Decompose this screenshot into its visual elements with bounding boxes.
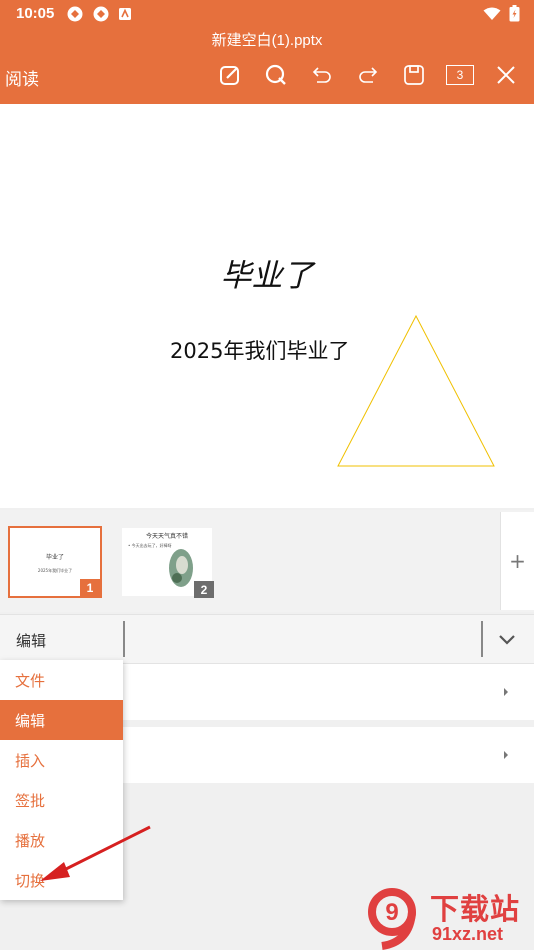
page-count-icon: 3 (446, 65, 474, 85)
page-count-button[interactable]: 3 (446, 61, 474, 89)
status-system-icons (483, 5, 520, 22)
undo-button[interactable] (308, 61, 336, 89)
edit-toolbar: 编辑 (0, 614, 534, 664)
slide-subtitle[interactable]: 2025年我们毕业了 (170, 335, 349, 365)
divider (123, 621, 125, 657)
app-header: 10:05 新建空白(1).pptx 阅读 3 (0, 0, 534, 104)
toolbar: 3 (216, 61, 534, 89)
watermark-logo-icon: 9 (368, 888, 416, 950)
redo-button[interactable] (354, 61, 382, 89)
status-time: 10:05 (16, 5, 55, 22)
status-bar: 10:05 (0, 0, 534, 28)
wifi-icon (483, 7, 501, 20)
sync-icon-2 (93, 6, 109, 22)
caret-right-icon (504, 751, 508, 759)
watermark-text: 下载站 (430, 892, 521, 926)
thumbnail-title: 毕业了 (45, 554, 64, 561)
app-notification-icon (119, 8, 131, 20)
slide-canvas[interactable]: 毕业了 2025年我们毕业了 (0, 104, 534, 508)
thumbnail-subtitle: 2025年我们毕业了 (37, 568, 73, 573)
status-notification-icons (66, 5, 132, 23)
save-button[interactable] (400, 61, 428, 89)
edit-tab-label[interactable]: 编辑 (16, 630, 46, 651)
menu-item-review[interactable]: 签批 (0, 780, 123, 820)
thumbnail-title: 今天天气真不错 (145, 533, 188, 540)
watermark-url: 91xz.net (432, 924, 504, 944)
battery-icon (509, 5, 520, 22)
search-button[interactable] (262, 61, 290, 89)
divider (481, 621, 483, 657)
read-mode-button[interactable]: 阅读 (5, 65, 39, 90)
file-title: 新建空白(1).pptx (211, 32, 323, 49)
chevron-down-icon (499, 635, 515, 645)
slide-thumbnail-2[interactable]: 今天天气真不错 • 今天出去玩了，好棒呀 2 (122, 528, 214, 598)
menu-item-file[interactable]: 文件 (0, 660, 123, 700)
collapse-button[interactable] (496, 629, 518, 655)
oval-photo-image (169, 549, 193, 587)
slide-thumbnail-1[interactable]: 毕业了 2025年我们毕业了 1 (8, 526, 102, 598)
redo-icon (359, 67, 378, 83)
slide-thumbnail-bar: 毕业了 2025年我们毕业了 1 今天天气真不错 • 今天出去玩了，好棒呀 2 … (0, 510, 534, 612)
menu-item-insert[interactable]: 插入 (0, 740, 123, 780)
slide-title[interactable]: 毕业了 (0, 250, 534, 295)
add-slide-button[interactable]: + (500, 512, 534, 610)
undo-icon (312, 67, 331, 83)
sync-icon (67, 6, 83, 22)
save-icon (404, 65, 424, 85)
close-button[interactable] (492, 61, 520, 89)
edit-icon (220, 66, 239, 85)
menu-item-edit[interactable]: 编辑 (0, 700, 123, 740)
caret-right-icon (504, 688, 508, 696)
annotation-arrow-icon (40, 825, 151, 881)
watermark-logo-text: 9 (385, 899, 398, 926)
close-icon (497, 66, 515, 84)
thumbnail-number: 1 (80, 579, 100, 596)
watermark: 9 下载站 91xz.net (362, 886, 534, 950)
search-icon (265, 64, 286, 85)
thumbnail-subtitle: • 今天出去玩了，好棒呀 (128, 543, 172, 548)
triangle-shape[interactable] (336, 314, 496, 470)
thumbnail-number: 2 (194, 581, 214, 598)
edit-button[interactable] (216, 61, 244, 89)
